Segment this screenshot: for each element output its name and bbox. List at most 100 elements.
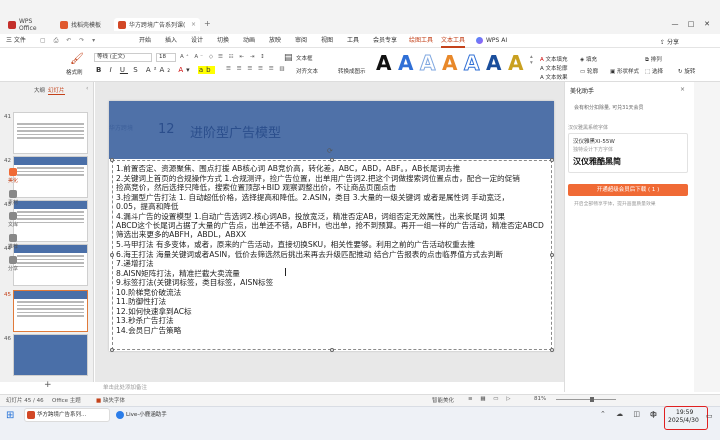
menu-wps-ai[interactable]: WPS AI: [486, 34, 507, 48]
file-menu[interactable]: 三 文件: [6, 34, 26, 48]
slide-title[interactable]: 进阶型广告模型: [190, 122, 281, 141]
minimize-button[interactable]: —: [668, 18, 682, 30]
resize-handle[interactable]: [330, 348, 334, 352]
rotate-button[interactable]: ↻ 旋转: [678, 67, 695, 75]
convert-smartart-button[interactable]: 转换成图示: [338, 67, 366, 75]
menu-review[interactable]: 审阅: [295, 34, 307, 48]
menu-home[interactable]: 开始: [139, 34, 151, 48]
notes-area[interactable]: 单击此处添加备注: [95, 382, 564, 394]
menu-member[interactable]: 会员专享: [373, 34, 397, 48]
wordart-style-black[interactable]: A: [376, 52, 391, 74]
resize-handle[interactable]: [550, 158, 554, 162]
wordart-style-gold[interactable]: A: [508, 52, 523, 74]
quick-access-icons[interactable]: ▢ ⎙ ↶ ↷ ▾: [40, 37, 98, 45]
sub-link[interactable]: 开启全部畅享字体，提升画面质量效果: [574, 200, 656, 207]
sidebar-item-library[interactable]: 文库: [2, 212, 24, 228]
maximize-button[interactable]: □: [684, 18, 698, 30]
notification-icon[interactable]: ▭: [706, 412, 713, 420]
select-button[interactable]: ⬚ 选择: [645, 67, 663, 75]
slide-thumbnail[interactable]: [13, 334, 88, 376]
clock-time[interactable]: 19:59: [676, 409, 693, 416]
align-text-button[interactable]: 对齐文本: [296, 67, 318, 75]
tab-document[interactable]: 华方跨境广告系列课(1).pptx ×: [114, 18, 200, 31]
menu-tools[interactable]: 工具: [347, 34, 359, 48]
text-box-button[interactable]: 文本框: [296, 54, 313, 62]
wordart-style-orange[interactable]: A: [442, 52, 457, 74]
shape-outline-button[interactable]: ▭ 轮廓: [580, 67, 598, 75]
align-buttons[interactable]: ☰ ☰ ☰ ☰ ☰ ▥: [226, 66, 287, 72]
sidebar-item-recommend[interactable]: 推荐: [2, 234, 24, 250]
wordart-style-outline[interactable]: A: [419, 52, 436, 75]
menu-text-tools[interactable]: 文本工具: [441, 34, 466, 48]
menu-slideshow[interactable]: 放映: [269, 34, 281, 48]
text-effect-button[interactable]: A 文本效果: [540, 73, 568, 81]
shape-fill-button[interactable]: ◈ 填充: [580, 55, 597, 63]
sidebar-item-beautify[interactable]: 美化: [2, 168, 24, 184]
menu-transition[interactable]: 切换: [217, 34, 229, 48]
view-mode-buttons[interactable]: ≡ ▦ ▭ ▷: [468, 396, 513, 402]
text-outline-button[interactable]: A 文本轮廓: [540, 64, 568, 72]
slide-thumbnail-active[interactable]: [13, 290, 88, 332]
menu-drawing-tools[interactable]: 绘图工具: [409, 34, 433, 48]
menu-view[interactable]: 视图: [321, 34, 333, 48]
font-size-select[interactable]: 18: [156, 53, 176, 62]
text-box-icon[interactable]: ▤: [284, 53, 293, 63]
tab-wps-office[interactable]: WPS Office: [4, 18, 50, 32]
wordart-style-blue-outline[interactable]: A: [463, 52, 480, 75]
slide-thumbnail[interactable]: [13, 156, 88, 198]
zoom-slider-thumb[interactable]: [590, 397, 594, 402]
resize-handle[interactable]: [330, 158, 334, 162]
thumb-number: 42: [4, 158, 11, 164]
menu-insert[interactable]: 插入: [165, 34, 177, 48]
clock-date[interactable]: 2025/4/30: [668, 417, 699, 424]
wordart-more-icon[interactable]: ▴ ▾: [530, 54, 533, 66]
smart-beautify-button[interactable]: 智能美化: [432, 396, 454, 404]
menu-animation[interactable]: 动画: [243, 34, 255, 48]
tab-templates[interactable]: 找稻壳模板: [56, 18, 106, 31]
font-name-select[interactable]: 等线 (正文): [94, 53, 152, 62]
taskbar-app-wps[interactable]: 华方跨境广告系列...: [24, 408, 110, 422]
slide-thumbnail[interactable]: [13, 244, 88, 286]
share-button[interactable]: ⇪ 分享: [660, 37, 679, 46]
body-line: 6.海王打法 海量关键词或者ASIN，低价去筛选然后挑出来再去升级匹配推动 结合…: [116, 249, 503, 259]
panel-close-icon[interactable]: ×: [680, 86, 685, 93]
wordart-style-dark-blue[interactable]: A: [486, 52, 501, 74]
zoom-level[interactable]: 81%: [534, 396, 546, 402]
add-slide-button[interactable]: +: [44, 380, 52, 390]
tab-outline[interactable]: 大纲: [34, 86, 45, 94]
resize-handle[interactable]: [550, 348, 554, 352]
close-window-button[interactable]: ✕: [700, 18, 714, 30]
body-line: 0.05，提高和降低: [116, 202, 179, 211]
text-fill-button[interactable]: A 文本填充: [540, 55, 568, 63]
slide-thumbnail[interactable]: [13, 200, 88, 242]
download-member-button[interactable]: 开通超级会员后下载 ( 1 ): [568, 184, 688, 196]
body-line: 7.递增打法: [116, 259, 154, 268]
wordart-style-blue[interactable]: A: [398, 52, 413, 74]
shape-style-button[interactable]: ▣ 形状样式: [610, 67, 639, 75]
close-tab-icon[interactable]: ×: [191, 21, 196, 28]
list-buttons[interactable]: ☰ ☷ ⇤ ⇥ ↕: [218, 54, 267, 60]
tab-slides[interactable]: 幻灯片: [48, 86, 65, 95]
resize-handle[interactable]: [110, 348, 114, 352]
text-format-buttons[interactable]: B I U S A²A₂ A▾ ab: [96, 66, 215, 74]
resize-handle[interactable]: [550, 253, 554, 257]
collapse-panel-icon[interactable]: ‹: [86, 85, 88, 92]
sidebar-item-material[interactable]: 素材: [2, 190, 24, 206]
start-icon[interactable]: ⊞: [6, 410, 14, 421]
template-icon: [60, 20, 68, 29]
zoom-slider[interactable]: [556, 399, 616, 400]
resize-handle[interactable]: [110, 158, 114, 162]
slide-thumbnail[interactable]: [13, 112, 88, 154]
arrange-button[interactable]: ⧉ 排列: [645, 55, 662, 64]
rotate-handle-icon[interactable]: ⟳: [327, 147, 333, 155]
ime-indicator[interactable]: 中: [650, 410, 657, 420]
font-size-buttons[interactable]: A⁺ A⁻ ◇: [180, 54, 215, 60]
format-painter-icon[interactable]: 🖌: [70, 52, 84, 65]
missing-font-button[interactable]: ■ 缺失字体: [96, 396, 125, 404]
menu-design[interactable]: 设计: [191, 34, 203, 48]
sidebar-item-share[interactable]: 分享: [2, 256, 24, 272]
taskbar-app-live[interactable]: Live-小鹿涵助手: [114, 408, 184, 422]
wps-ai-icon: [476, 37, 483, 44]
resize-handle[interactable]: [110, 253, 114, 257]
new-tab-icon[interactable]: +: [204, 19, 211, 28]
